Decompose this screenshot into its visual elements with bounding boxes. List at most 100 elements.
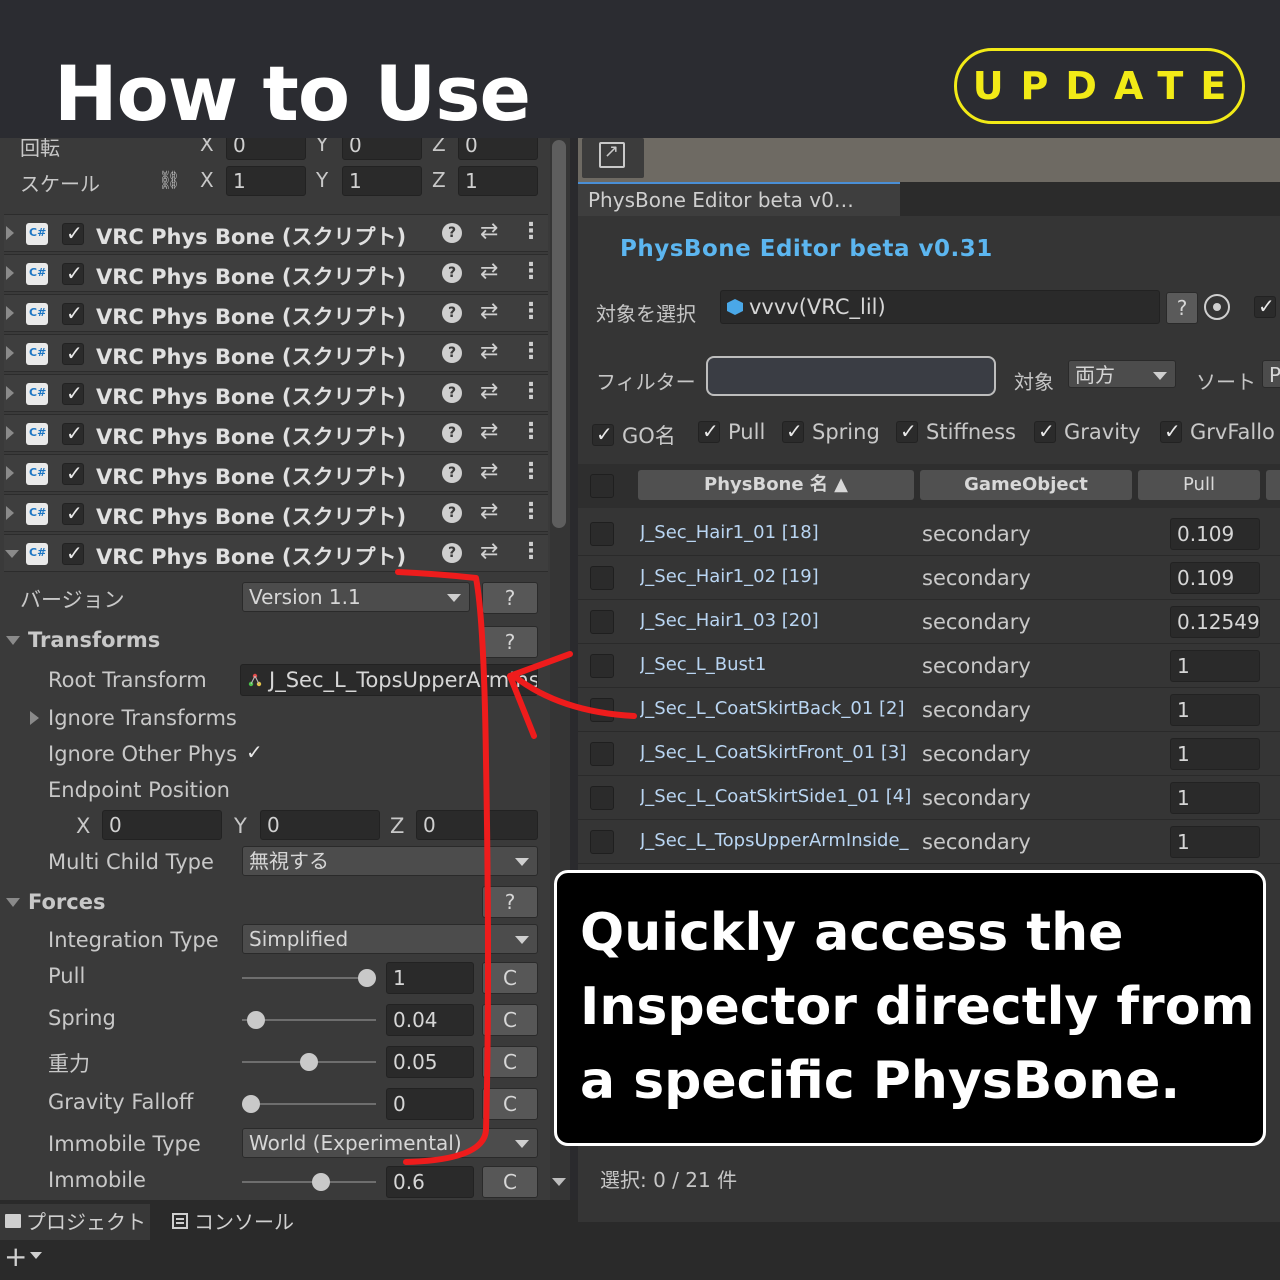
component-enabled-checkbox[interactable] — [62, 501, 84, 525]
filter-input[interactable] — [706, 356, 996, 396]
help-icon[interactable]: ? — [442, 303, 462, 323]
table-row[interactable]: J_Sec_Hair1_01 [18] secondary 0.109 — [578, 512, 1280, 556]
physbone-name-link[interactable]: J_Sec_Hair1_03 [20] — [640, 610, 918, 631]
help-icon[interactable]: ? — [442, 463, 462, 483]
gravity-falloff-slider-track[interactable] — [242, 1103, 376, 1105]
column-header-gameobject[interactable]: GameObject — [920, 470, 1132, 500]
fold-arrow-icon[interactable] — [6, 426, 14, 440]
help-icon[interactable]: ? — [442, 503, 462, 523]
target-help-button[interactable]: ? — [1166, 292, 1198, 324]
component-header[interactable]: VRC Phys Bone (スクリプト)? ⇄ ⋮ — [4, 454, 548, 492]
version-dropdown[interactable]: Version 1.1 — [242, 582, 470, 612]
immobile-slider-track[interactable] — [242, 1181, 376, 1183]
physbone-name-link[interactable]: J_Sec_L_CoatSkirtBack_01 [2] — [640, 698, 918, 719]
pull-cell-field[interactable]: 1 — [1170, 826, 1260, 858]
forces-fold-icon[interactable] — [6, 898, 20, 907]
help-icon[interactable]: ? — [442, 343, 462, 363]
immobile-slider-handle[interactable] — [311, 1173, 330, 1191]
tab-project[interactable]: プロジェクト — [0, 1204, 150, 1240]
row-checkbox[interactable] — [590, 522, 614, 546]
rotation-y-field[interactable]: 0 — [342, 138, 422, 160]
component-enabled-checkbox[interactable] — [62, 381, 84, 405]
gravity-falloff-slider-handle[interactable] — [242, 1095, 260, 1113]
row-checkbox[interactable] — [590, 610, 614, 634]
column-toggle-checkbox[interactable] — [592, 422, 614, 446]
row-checkbox[interactable] — [590, 830, 614, 854]
sort-dropdown[interactable]: P — [1262, 360, 1280, 388]
rotation-z-field[interactable]: 0 — [458, 138, 538, 160]
physbone-name-link[interactable]: J_Sec_Hair1_01 [18] — [640, 522, 918, 543]
column-toggle-checkbox[interactable] — [1160, 420, 1182, 443]
physbone-name-link[interactable]: J_Sec_L_CoatSkirtFront_01 [3] — [640, 742, 918, 763]
column-toggle-checkbox[interactable] — [782, 419, 804, 443]
kebab-menu-icon[interactable]: ⋮ — [520, 299, 542, 324]
component-enabled-checkbox[interactable] — [62, 541, 84, 565]
kebab-menu-icon[interactable]: ⋮ — [520, 459, 542, 484]
ignore-transforms-fold-icon[interactable] — [30, 711, 39, 725]
fold-arrow-icon[interactable] — [6, 386, 14, 400]
rotation-x-field[interactable]: 0 — [226, 138, 306, 160]
physbone-name-link[interactable]: J_Sec_L_CoatSkirtSide1_01 [4] — [640, 786, 918, 807]
gravity-curve-button[interactable]: C — [482, 1046, 538, 1078]
pull-slider-handle[interactable] — [358, 969, 376, 987]
add-button[interactable]: + — [4, 1240, 27, 1273]
pull-cell-field[interactable]: 0.109 — [1170, 518, 1260, 550]
gravity-slider-handle[interactable] — [300, 1053, 318, 1071]
kebab-menu-icon[interactable]: ⋮ — [520, 499, 542, 524]
ignore-transforms-label[interactable]: Ignore Transforms — [48, 706, 237, 730]
pull-cell-field[interactable]: 0.109 — [1170, 562, 1260, 594]
column-toggle-checkbox[interactable] — [896, 419, 918, 443]
help-icon[interactable]: ? — [442, 543, 462, 563]
fold-arrow-icon[interactable] — [6, 266, 14, 280]
fold-arrow-icon[interactable] — [6, 506, 14, 520]
kebab-menu-icon[interactable]: ⋮ — [520, 219, 542, 244]
kebab-menu-icon[interactable]: ⋮ — [520, 259, 542, 284]
component-header[interactable]: VRC Phys Bone (スクリプト)? ⇄ ⋮ — [4, 374, 548, 412]
pull-cell-field[interactable]: 1 — [1170, 694, 1260, 726]
pull-cell-field[interactable]: 1 — [1170, 782, 1260, 814]
pull-value-field[interactable]: 1 — [386, 962, 474, 994]
fold-arrow-icon[interactable] — [6, 466, 14, 480]
integration-type-dropdown[interactable]: Simplified — [242, 924, 538, 954]
kebab-menu-icon[interactable]: ⋮ — [520, 379, 542, 404]
preset-icon[interactable]: ⇄ — [480, 539, 498, 564]
physbone-name-link[interactable]: J_Sec_Hair1_02 [19] — [640, 566, 918, 587]
immobile-curve-button[interactable]: C — [482, 1166, 538, 1198]
scale-z-field[interactable]: 1 — [458, 166, 538, 196]
target-object-field[interactable]: vvvv(VRC_lil) — [720, 290, 1160, 324]
fold-arrow-icon[interactable] — [6, 306, 14, 320]
column-toggle-gravity[interactable]: Gravity — [1034, 419, 1141, 450]
root-transform-field[interactable]: J_Sec_L_TopsUpperArmInside — [240, 664, 538, 696]
spring-curve-button[interactable]: C — [482, 1004, 538, 1036]
preset-icon[interactable]: ⇄ — [480, 419, 498, 444]
preset-icon[interactable]: ⇄ — [480, 299, 498, 324]
component-header[interactable]: VRC Phys Bone (スクリプト)? ⇄ ⋮ — [4, 254, 548, 292]
table-row[interactable]: J_Sec_L_CoatSkirtBack_01 [2] secondary 1 — [578, 688, 1280, 732]
gravity-falloff-curve-button[interactable]: C — [482, 1088, 538, 1120]
help-icon[interactable]: ? — [442, 423, 462, 443]
kebab-menu-icon[interactable]: ⋮ — [520, 339, 542, 364]
physbone-name-link[interactable]: J_Sec_L_Bust1 — [640, 654, 918, 675]
maximize-icon[interactable] — [599, 141, 625, 168]
column-toggle-spring[interactable]: Spring — [782, 419, 880, 450]
chevron-down-icon[interactable] — [30, 1252, 42, 1259]
tab-console[interactable]: コンソール — [160, 1204, 320, 1240]
fold-arrow-icon[interactable] — [5, 550, 19, 558]
endpoint-y-field[interactable]: 0 — [260, 810, 380, 840]
component-header-expanded[interactable]: VRC Phys Bone (スクリプト)? ⇄ ⋮ — [4, 534, 548, 572]
column-header-pull[interactable]: Pull — [1138, 470, 1260, 500]
column-toggle-gravity-falloff[interactable]: GrvFallo — [1160, 420, 1280, 450]
immobile-type-dropdown[interactable]: World (Experimental) — [242, 1128, 538, 1158]
column-header-physbone-name[interactable]: PhysBone 名 ▲ — [638, 470, 914, 500]
physbone-name-link[interactable]: J_Sec_L_TopsUpperArmInside_ — [640, 830, 918, 851]
immobile-value-field[interactable]: 0.6 — [386, 1166, 474, 1198]
component-enabled-checkbox[interactable] — [62, 341, 84, 365]
scale-y-field[interactable]: 1 — [342, 166, 422, 196]
table-row[interactable]: J_Sec_Hair1_02 [19] secondary 0.109 — [578, 556, 1280, 600]
preset-icon[interactable]: ⇄ — [480, 499, 498, 524]
forces-help-button[interactable]: ? — [482, 886, 538, 918]
fold-arrow-icon[interactable] — [6, 346, 14, 360]
pull-cell-field[interactable]: 0.12549 — [1170, 606, 1260, 638]
row-checkbox[interactable] — [590, 742, 614, 766]
transforms-fold-icon[interactable] — [6, 636, 20, 645]
